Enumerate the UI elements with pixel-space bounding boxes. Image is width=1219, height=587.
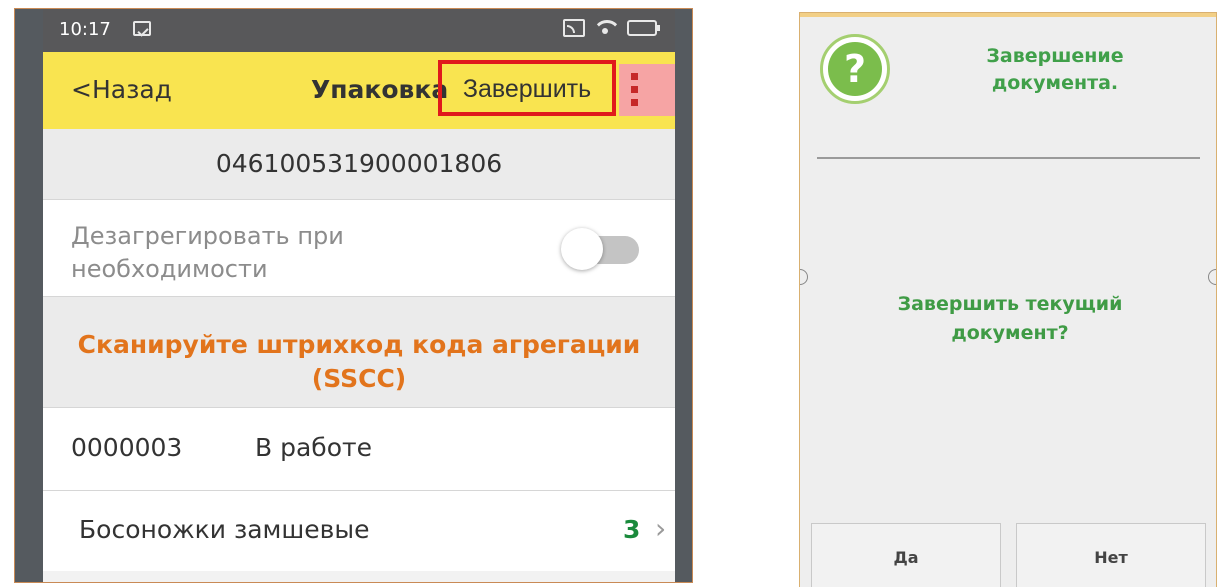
more-menu-button[interactable]	[619, 64, 675, 116]
disaggregate-option: Дезагрегировать при необходимости	[43, 200, 675, 297]
document-barcode: 046100531900001806	[43, 129, 675, 200]
device-bezel-right	[675, 9, 692, 582]
document-row: 0000003 В работе	[43, 408, 675, 491]
disaggregate-toggle[interactable]	[561, 228, 641, 270]
scan-prompt: Сканируйте штрихкод кода агрегации (SSCC…	[77, 330, 641, 393]
item-name: Босоножки замшевые	[79, 515, 370, 544]
yes-button[interactable]: Да	[811, 523, 1001, 587]
back-button[interactable]: <Назад	[71, 75, 172, 104]
app-screen: 10:17 <Назад Упаковка Завершить 04610053…	[43, 9, 675, 582]
image-notification-icon	[133, 21, 151, 36]
battery-icon	[627, 20, 660, 36]
question-mark: ?	[828, 42, 882, 96]
dialog-top-border	[800, 13, 1216, 17]
side-handle-right	[1208, 269, 1216, 285]
dialog-question: Завершить текущий документ?	[897, 293, 1123, 344]
side-handle-left	[800, 269, 808, 285]
more-vert-icon	[631, 73, 638, 80]
dialog-divider	[817, 157, 1200, 159]
chevron-right-icon: ›	[655, 512, 667, 545]
more-vert-icon-dot	[631, 86, 638, 93]
device-bezel-left	[15, 9, 43, 582]
no-button[interactable]: Нет	[1016, 523, 1206, 587]
page-title: Упаковка	[311, 75, 449, 104]
scan-prompt-row: Сканируйте штрихкод кода агрегации (SSCC…	[43, 297, 675, 408]
disaggregate-label: Дезагрегировать при необходимости	[71, 222, 344, 283]
list-item[interactable]: Босоножки замшевые 3 ›	[43, 491, 675, 571]
confirm-dialog: ? Завершение документа. Завершить текущи…	[799, 12, 1217, 587]
mobile-app-screenshot: 10:17 <Назад Упаковка Завершить 04610053…	[14, 8, 693, 583]
status-icons	[563, 18, 660, 38]
document-status: В работе	[255, 433, 372, 462]
item-quantity: 3	[623, 515, 641, 544]
document-number: 0000003	[71, 433, 183, 462]
status-bar: 10:17	[43, 9, 675, 52]
toggle-knob	[561, 228, 603, 270]
question-icon: ?	[820, 34, 890, 104]
app-toolbar: <Назад Упаковка Завершить	[43, 52, 675, 129]
more-vert-icon-dot	[631, 99, 638, 106]
dialog-title: Завершение документа.	[986, 45, 1124, 94]
finish-button[interactable]: Завершить	[438, 60, 616, 116]
cast-icon	[563, 19, 585, 37]
wifi-icon	[595, 18, 617, 38]
status-time: 10:17	[59, 19, 111, 40]
